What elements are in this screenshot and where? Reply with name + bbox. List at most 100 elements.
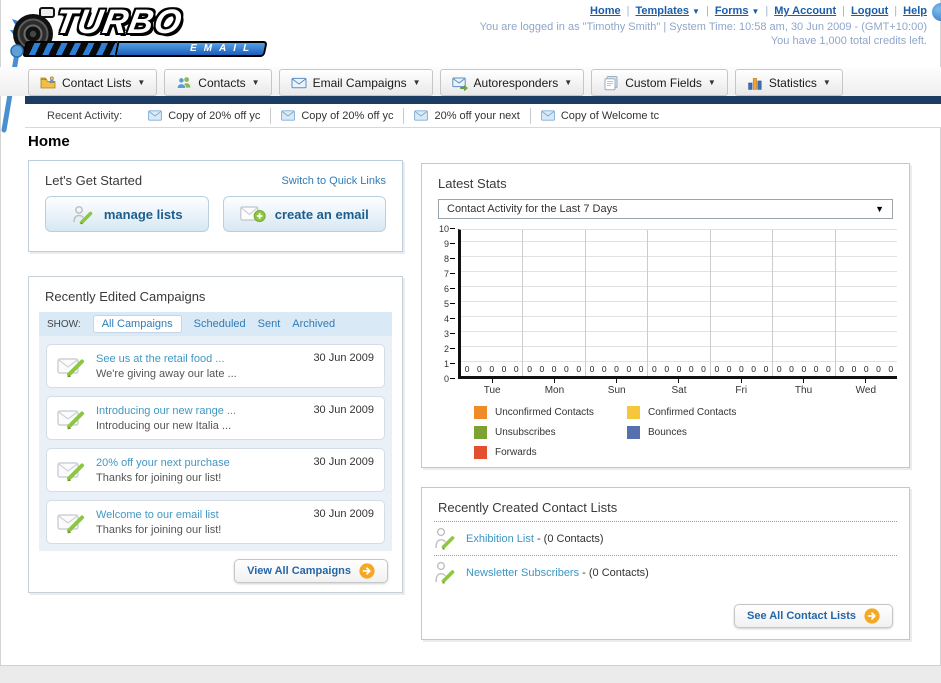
mail-small-icon	[281, 110, 296, 121]
value-label: 0	[551, 364, 557, 374]
create-an-email-button[interactable]: create an email	[222, 196, 386, 232]
recent-activity-item-1[interactable]: Copy of 20% off yc	[138, 108, 270, 124]
tab-contact-lists[interactable]: Contact Lists ▼	[28, 69, 158, 96]
recent-activity-item-3[interactable]: 20% off your next	[403, 107, 529, 124]
campaign-card-1[interactable]: See us at the retail food ... We're givin…	[46, 344, 385, 388]
latest-stats-panel: Latest Stats Contact Activity for the La…	[421, 163, 910, 468]
header-link-help[interactable]: Help	[903, 5, 927, 17]
campaign-card-3[interactable]: 20% off your next purchase Thanks for joi…	[46, 448, 385, 492]
recent-activity-items: Copy of 20% off yc Copy of 20% off yc 20% …	[138, 107, 669, 124]
switch-to-quick-links[interactable]: Switch to Quick Links	[281, 175, 386, 187]
tab-statistics[interactable]: Statistics ▼	[734, 69, 843, 96]
header-link-forms[interactable]: Forms	[715, 5, 749, 17]
legend-item-unsubscribes: Unsubscribes	[474, 426, 627, 439]
arrow-circle-icon	[864, 608, 880, 624]
chevron-down-icon: ▼	[692, 7, 700, 16]
chart-column-wed: 00000	[836, 230, 897, 376]
chart-column-sat: 00000	[648, 230, 711, 376]
x-axis-tick	[865, 379, 867, 383]
tab-autoresponders[interactable]: Autoresponders ▼	[439, 69, 585, 96]
value-label: 0	[751, 364, 757, 374]
filter-scheduled[interactable]: Scheduled	[194, 318, 246, 330]
x-axis-tick	[616, 379, 618, 383]
legend-swatch	[627, 426, 640, 439]
value-label: 0	[464, 364, 470, 374]
y-axis-label: 0	[443, 374, 449, 384]
tab-custom-fields[interactable]: Custom Fields ▼	[591, 69, 728, 96]
y-axis-tick	[450, 273, 455, 274]
y-axis-tick	[450, 303, 455, 304]
value-label: 0	[676, 364, 682, 374]
recent-activity-item-4[interactable]: Copy of Welcome tc	[529, 107, 669, 124]
value-labels: 00000	[711, 364, 772, 374]
campaign-title-link[interactable]: Introducing our new range ...	[96, 405, 236, 417]
tab-email-campaigns[interactable]: Email Campaigns ▼	[278, 69, 433, 96]
see-all-contact-lists-label: See All Contact Lists	[746, 610, 856, 622]
view-all-campaigns-button[interactable]: View All Campaigns	[234, 559, 388, 583]
campaign-title-link[interactable]: 20% off your next purchase	[96, 457, 230, 469]
legend-swatch	[474, 426, 487, 439]
arrow-circle-icon	[359, 563, 375, 579]
get-started-buttons: manage lists create an email	[29, 196, 402, 232]
logo-stripes	[22, 41, 118, 57]
y-axis-tick	[450, 228, 455, 229]
x-axis-label-tue: Tue	[461, 379, 523, 396]
contact-lists-panel: Recently Created Contact Lists Exhibitio…	[421, 487, 910, 640]
mail-small-icon	[541, 110, 555, 121]
campaign-subtitle: Introducing our new Italia ...	[96, 420, 232, 432]
y-axis-tick	[450, 348, 455, 349]
mail-small-icon	[414, 110, 429, 121]
campaign-card-2[interactable]: Introducing our new range ... Introducing…	[46, 396, 385, 440]
y-axis-label: 9	[443, 239, 449, 249]
header-link-my-account[interactable]: My Account	[774, 5, 836, 17]
x-axis-tick	[491, 379, 493, 383]
x-axis-tick	[803, 379, 805, 383]
tab-contacts[interactable]: Contacts ▼	[164, 69, 272, 96]
campaign-title-link[interactable]: See us at the retail food ...	[96, 353, 224, 365]
logo-word-email: EMAIL	[114, 41, 268, 57]
x-axis-tick	[740, 379, 742, 383]
stats-period-select[interactable]: Contact Activity for the Last 7 Days ▼	[438, 199, 893, 219]
see-all-contact-lists-button[interactable]: See All Contact Lists	[733, 604, 893, 628]
filter-sent[interactable]: Sent	[258, 318, 281, 330]
login-info: You are logged in as "Timothy Smith" | S…	[479, 21, 927, 33]
contact-list-row-2[interactable]: Newsletter Subscribers - (0 Contacts)	[422, 556, 909, 589]
value-label: 0	[863, 364, 869, 374]
help-bubble-icon[interactable]	[932, 3, 941, 21]
legend-item-bounces: Bounces	[627, 426, 780, 439]
manage-lists-button[interactable]: manage lists	[45, 196, 209, 232]
value-label: 0	[501, 364, 507, 374]
header-link-templates[interactable]: Templates	[635, 5, 689, 17]
campaign-card-4[interactable]: Welcome to our email list Thanks for join…	[46, 500, 385, 544]
header-link-logout[interactable]: Logout	[851, 5, 888, 17]
legend-swatch	[474, 406, 487, 419]
logo-word-turbo: TURBO	[52, 3, 186, 41]
recent-activity-text: Copy of 20% off yc	[168, 109, 261, 122]
value-label: 0	[851, 364, 857, 374]
value-labels: 00000	[836, 364, 897, 374]
tab-label: Contact Lists	[62, 75, 132, 90]
tab-label: Statistics	[768, 75, 817, 90]
show-label: SHOW:	[47, 318, 81, 330]
contact-list-name-link[interactable]: Exhibition List	[466, 533, 534, 545]
folder-icon	[40, 75, 56, 91]
filter-all-campaigns[interactable]: All Campaigns	[92, 315, 182, 333]
contact-list-row-1[interactable]: Exhibition List - (0 Contacts)	[422, 522, 909, 555]
chevron-down-icon: ▼	[751, 7, 760, 16]
chart-column-thu: 00000	[773, 230, 836, 376]
header-link-home[interactable]: Home	[590, 5, 621, 17]
y-axis-label: 10	[438, 224, 449, 234]
x-axis-label-mon: Mon	[523, 379, 585, 396]
value-labels: 00000	[648, 364, 709, 374]
value-labels: 00000	[586, 364, 647, 374]
campaign-title-link[interactable]: Welcome to our email list	[96, 509, 219, 521]
contact-list-name-link[interactable]: Newsletter Subscribers	[466, 567, 579, 579]
recent-activity-item-2[interactable]: Copy of 20% off yc	[270, 107, 403, 124]
filter-archived[interactable]: Archived	[292, 318, 335, 330]
x-axis-tick	[678, 379, 680, 383]
chevron-down-icon: ▼	[707, 78, 716, 87]
y-axis-tick	[450, 378, 455, 379]
recent-activity-text: Copy of 20% off yc	[301, 109, 394, 122]
value-label: 0	[626, 364, 632, 374]
contact-activity-chart: 0 1 2 3 4 5 6 7 8 9 10 000000000000000000000000000…	[428, 224, 897, 396]
